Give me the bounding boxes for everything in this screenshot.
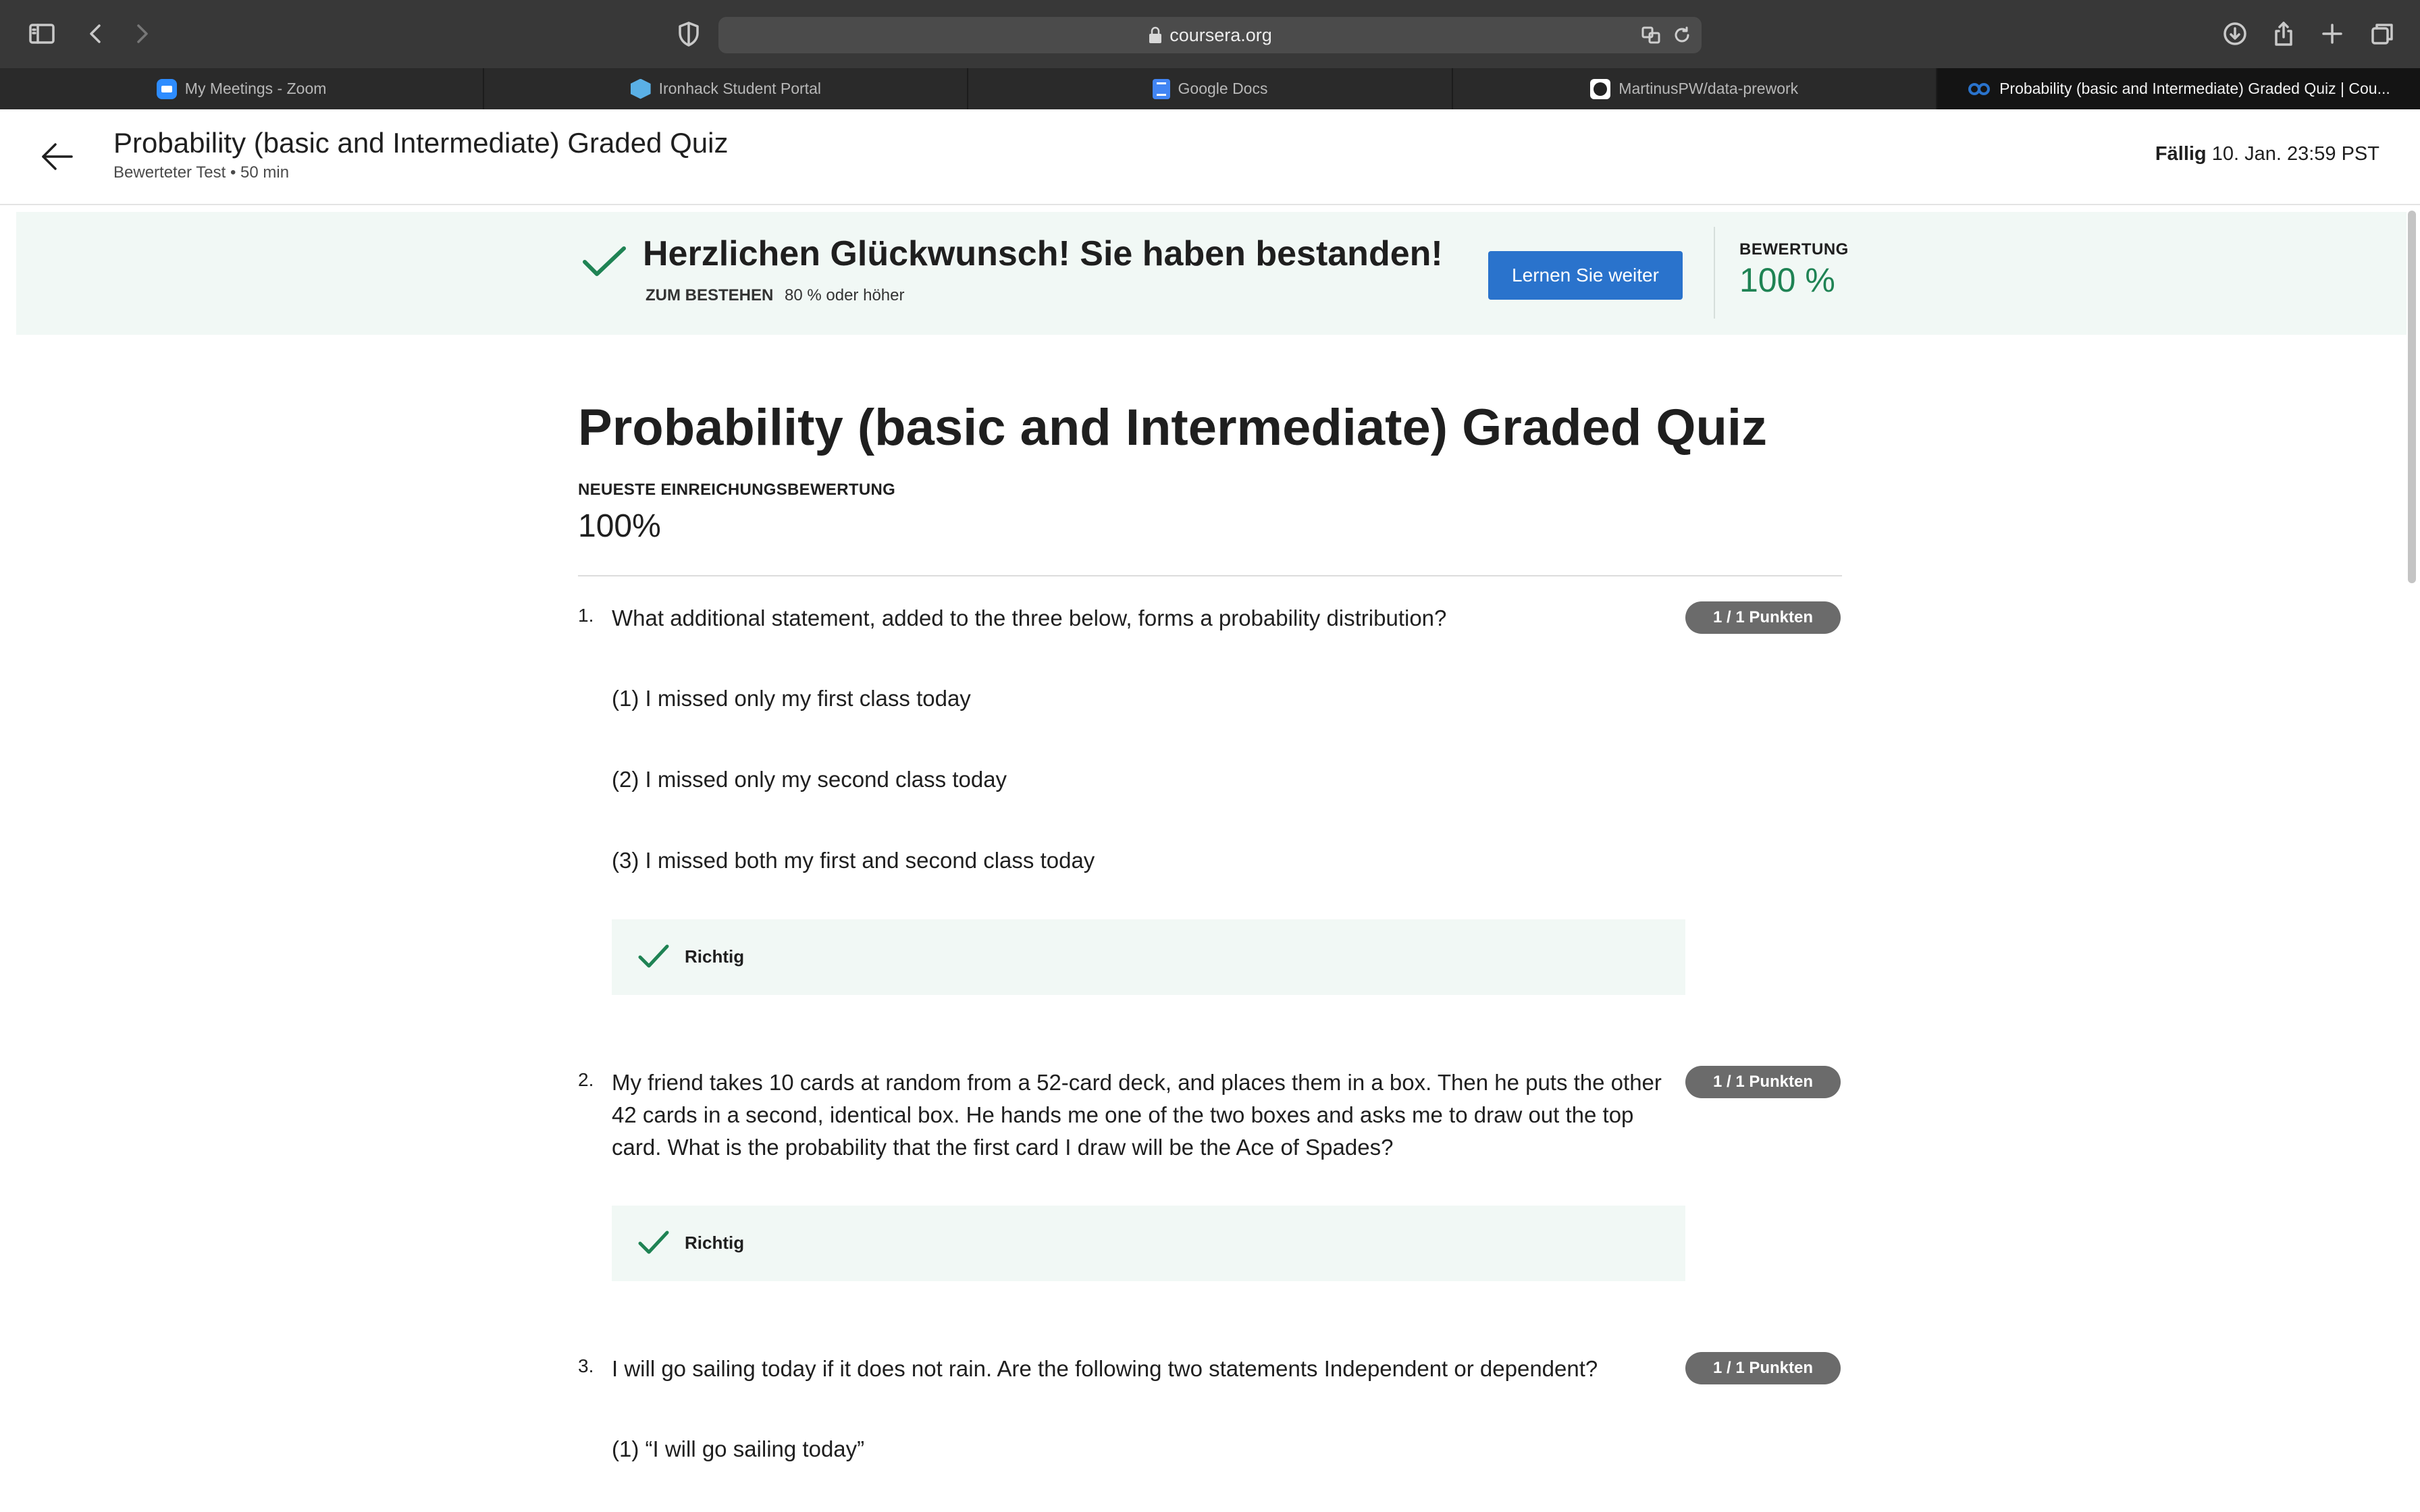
translate-icon[interactable]	[1639, 25, 1662, 45]
coursera-icon	[1967, 82, 1991, 97]
feedback-label: Richtig	[685, 1233, 745, 1253]
checkmark-icon	[637, 942, 670, 971]
new-tab-icon[interactable]	[2315, 16, 2350, 51]
tab-label: Probability (basic and Intermediate) Gra…	[1999, 80, 2390, 97]
pass-banner: Herzlichen Glückwunsch! Sie haben bestan…	[16, 212, 2406, 335]
question-number: 3.	[578, 1355, 594, 1376]
feedback-label: Richtig	[685, 946, 745, 967]
privacy-shield-icon[interactable]	[671, 16, 706, 51]
tab-label: Ironhack Student Portal	[658, 80, 821, 97]
ironhack-icon	[630, 78, 651, 99]
option-item: (2) I missed only my second class today	[612, 767, 1007, 792]
tab-google-docs[interactable]: Google Docs	[968, 68, 1453, 109]
banner-divider	[1714, 227, 1715, 319]
question-text: I will go sailing today if it does not r…	[612, 1356, 1598, 1381]
latest-submission-label: NEUESTE EINREICHUNGSBEWERTUNG	[578, 481, 896, 499]
back-icon[interactable]	[78, 16, 113, 51]
due-date: Fällig 10. Jan. 23:59 PST	[2155, 143, 2379, 165]
points-badge: 1 / 1 Punkten	[1685, 1066, 1841, 1098]
github-icon	[1590, 78, 1611, 99]
tab-zoom[interactable]: My Meetings - Zoom	[0, 68, 485, 109]
continue-learning-button[interactable]: Lernen Sie weiter	[1488, 251, 1683, 300]
quiz-title: Probability (basic and Intermediate) Gra…	[578, 399, 1768, 456]
grade-label: BEWERTUNG	[1739, 240, 1849, 259]
due-label: Fällig	[2155, 143, 2207, 165]
option-item: (3) I missed both my first and second cl…	[612, 848, 1095, 873]
address-bar[interactable]: coursera.org	[718, 17, 1702, 53]
reload-icon[interactable]	[1671, 25, 1693, 45]
page-scrollbar[interactable]	[2408, 211, 2416, 583]
points-badge: 1 / 1 Punkten	[1685, 1352, 1841, 1384]
banner-title: Herzlichen Glückwunsch! Sie haben bestan…	[643, 234, 1443, 273]
due-value: 10. Jan. 23:59 PST	[2211, 143, 2379, 165]
back-arrow-icon[interactable]	[38, 138, 76, 176]
share-icon[interactable]	[2266, 16, 2301, 51]
tab-github[interactable]: MartinusPW/data-prework	[1453, 68, 1937, 109]
divider	[578, 575, 1842, 576]
tab-ironhack[interactable]: Ironhack Student Portal	[484, 68, 969, 109]
question-text: My friend takes 10 cards at random from …	[612, 1070, 1662, 1160]
tab-label: MartinusPW/data-prework	[1619, 80, 1799, 97]
question-text: What additional statement, added to the …	[612, 605, 1447, 630]
google-docs-icon	[1152, 78, 1170, 99]
question-number: 2.	[578, 1069, 594, 1090]
correct-feedback: Richtig	[612, 1206, 1685, 1281]
checkmark-icon	[637, 1228, 670, 1257]
forward-icon[interactable]	[124, 16, 159, 51]
header-title: Probability (basic and Intermediate) Gra…	[113, 127, 729, 159]
question-number: 1.	[578, 605, 594, 626]
downloads-icon[interactable]	[2217, 16, 2253, 51]
tab-coursera[interactable]: Probability (basic and Intermediate) Gra…	[1937, 68, 2420, 109]
latest-submission-grade: 100%	[578, 508, 661, 544]
pass-requirement: ZUM BESTEHEN 80 % oder höher	[646, 286, 904, 305]
browser-toolbar: coursera.org	[0, 0, 2420, 68]
correct-feedback: Richtig	[612, 919, 1685, 995]
tab-bar: My Meetings - Zoom Ironhack Student Port…	[0, 68, 2420, 109]
grade-value: 100 %	[1739, 261, 1835, 299]
tab-label: Google Docs	[1178, 80, 1268, 97]
page-header: Probability (basic and Intermediate) Gra…	[0, 109, 2420, 205]
checkmark-icon	[581, 242, 628, 282]
points-badge: 1 / 1 Punkten	[1685, 601, 1841, 634]
tab-overview-icon[interactable]	[2365, 16, 2400, 51]
pass-label: ZUM BESTEHEN	[646, 286, 774, 304]
sidebar-toggle-icon[interactable]	[24, 16, 59, 51]
address-url: coursera.org	[1169, 24, 1272, 45]
zoom-icon	[156, 78, 177, 99]
pass-value: 80 % oder höher	[785, 286, 905, 304]
header-subtitle: Bewerteter Test • 50 min	[113, 163, 290, 182]
option-item: (1) “I will go sailing today”	[612, 1436, 865, 1461]
lock-icon	[1149, 26, 1162, 43]
tab-label: My Meetings - Zoom	[184, 80, 327, 97]
option-item: (1) I missed only my first class today	[612, 686, 971, 711]
